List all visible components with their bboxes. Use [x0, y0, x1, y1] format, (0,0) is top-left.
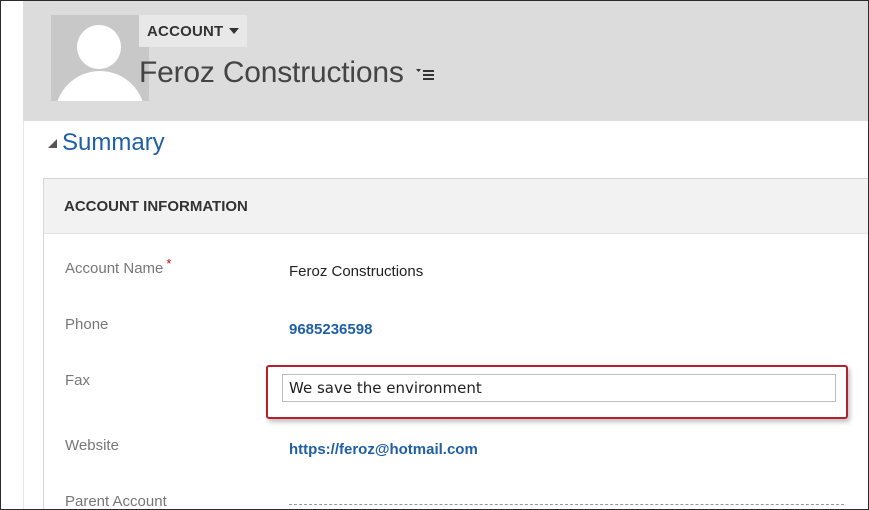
record-header: ACCOUNT Feroz Constructions [23, 1, 868, 121]
avatar-body-shape [55, 71, 145, 101]
avatar[interactable] [51, 15, 149, 101]
fax-input[interactable] [282, 374, 836, 402]
parent-account-lookup[interactable] [289, 504, 844, 505]
record-title: Feroz Constructions [139, 56, 434, 90]
phone-value[interactable]: 9685236598 [289, 321, 372, 338]
required-asterisk: * [166, 256, 172, 271]
collapse-triangle-icon [48, 138, 57, 148]
entity-type-dropdown[interactable]: ACCOUNT [139, 15, 248, 47]
record-menu-icon[interactable] [415, 68, 434, 82]
record-name: Feroz Constructions [139, 56, 404, 89]
account-name-value[interactable]: Feroz Constructions [289, 263, 423, 280]
website-label: Website [65, 437, 119, 454]
section-header: ACCOUNT INFORMATION [44, 179, 868, 234]
summary-toggle[interactable]: Summary [48, 129, 165, 157]
account-name-label-text: Account Name [65, 260, 164, 277]
chevron-down-icon [229, 28, 240, 34]
summary-label: Summary [62, 129, 165, 156]
website-value[interactable]: https://feroz@hotmail.com [289, 441, 478, 458]
fax-label: Fax [65, 372, 91, 389]
avatar-head-shape [77, 25, 121, 69]
parent-account-label: Parent Account [65, 493, 167, 510]
account-name-label: Account Name * [65, 256, 171, 277]
phone-label: Phone [65, 316, 109, 333]
left-strip [1, 1, 24, 509]
crm-form-frame: ACCOUNT Feroz Constructions Summary ACCO… [0, 0, 869, 510]
entity-type-label: ACCOUNT [147, 22, 224, 40]
account-information-section: ACCOUNT INFORMATION Account Name * Feroz … [43, 178, 868, 510]
